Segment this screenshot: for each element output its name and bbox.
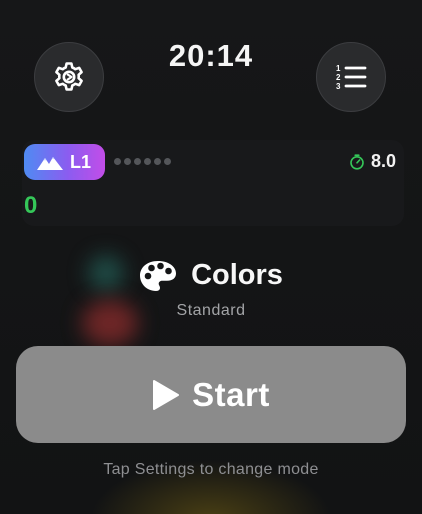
hint-text: Tap Settings to change mode xyxy=(103,461,319,478)
mountain-icon xyxy=(37,157,63,170)
level-label: L1 xyxy=(70,151,92,172)
play-icon xyxy=(153,379,180,410)
mode-name: Colors xyxy=(191,259,283,291)
score-value: 0 xyxy=(24,192,38,219)
palette-icon xyxy=(140,260,177,291)
progress-dot xyxy=(114,158,121,165)
progress-dot xyxy=(124,158,131,165)
timer-value: 8.0 xyxy=(370,151,396,171)
progress-dot xyxy=(144,158,151,165)
leaderboard-list-button[interactable]: 1 2 3 xyxy=(316,42,386,112)
level-badge[interactable]: L1 xyxy=(24,144,105,180)
progress-dots xyxy=(114,158,171,165)
numbered-list-icon: 1 2 3 xyxy=(336,64,367,91)
mode-title: Colors xyxy=(0,259,422,292)
start-button-label: Start xyxy=(192,375,270,413)
mode-subtitle: Standard xyxy=(176,302,246,319)
timer: 8.0 xyxy=(349,151,396,172)
svg-text:1: 1 xyxy=(336,64,341,73)
svg-text:2: 2 xyxy=(336,73,341,82)
start-button[interactable]: Start xyxy=(16,346,406,443)
progress-dot xyxy=(164,158,171,165)
progress-dot xyxy=(134,158,141,165)
timer-icon xyxy=(350,153,364,170)
progress-dot xyxy=(154,158,161,165)
svg-text:3: 3 xyxy=(336,82,341,91)
level-status-panel: L1 8.0 0 xyxy=(22,140,404,226)
app-screen: 20:14 1 2 3 L1 8.0 0 Colors Standard Sta… xyxy=(0,0,422,514)
